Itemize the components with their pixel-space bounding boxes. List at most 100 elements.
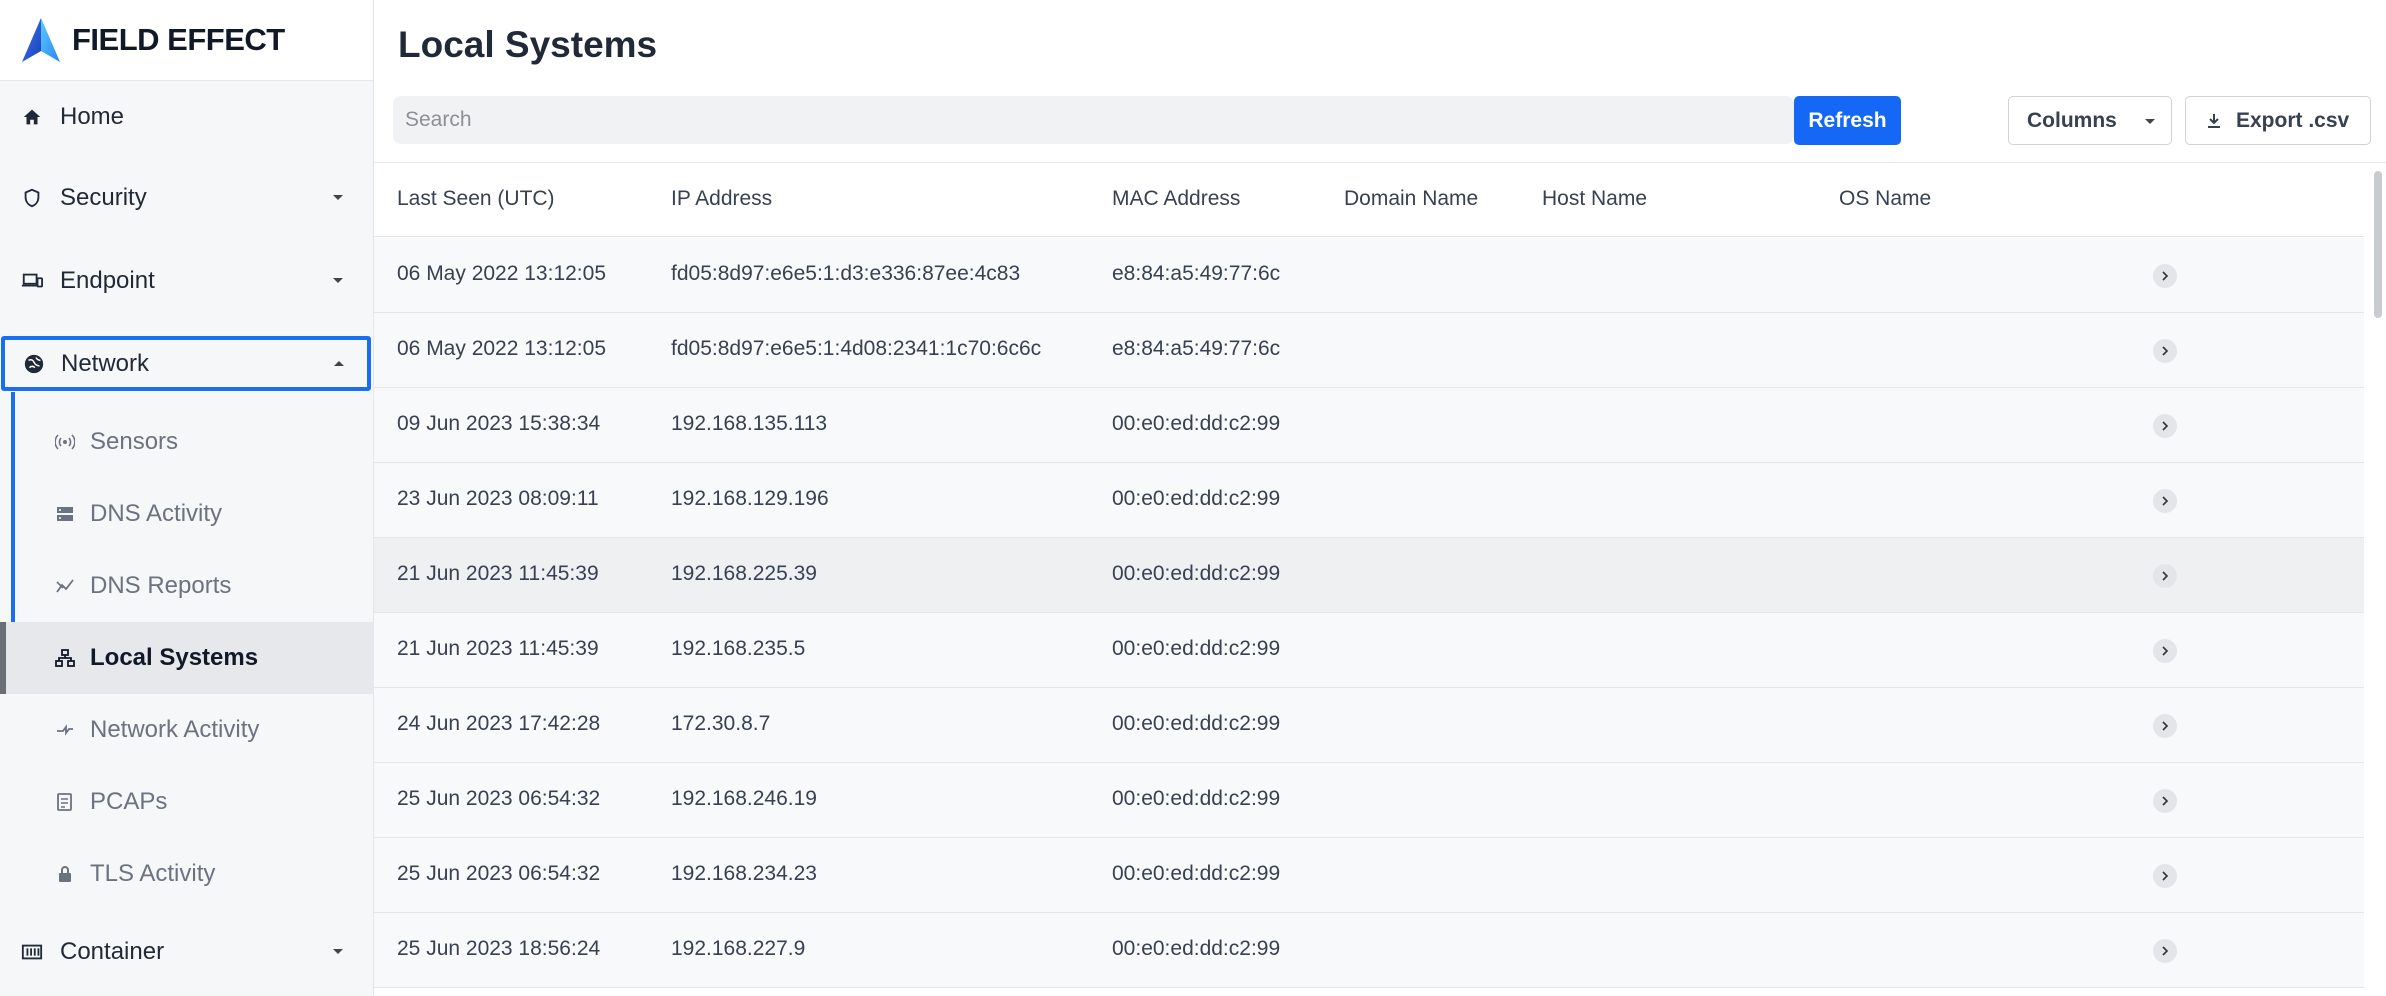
columns-button[interactable]: Columns: [2008, 96, 2172, 145]
chevron-right-icon[interactable]: [2153, 264, 2177, 288]
cell-last-seen: 09 Jun 2023 15:38:34: [397, 412, 601, 435]
chevron-down-icon: [2145, 119, 2155, 124]
network-activity-icon: [54, 719, 76, 741]
table-row[interactable]: 25 Jun 2023 18:56:24 192.168.227.9 00:e0:e…: [374, 913, 2364, 988]
app-window: FIELD EFFECT Home Security Endpoint Netw…: [0, 0, 2386, 996]
cell-mac: 00:e0:ed:dd:c2:99: [1112, 862, 1281, 885]
column-header-host-name[interactable]: Host Name: [1542, 187, 1647, 211]
cell-ip: 192.168.235.5: [671, 637, 806, 660]
devices-icon: [20, 269, 44, 293]
cell-mac: e8:84:a5:49:77:6c: [1112, 262, 1281, 285]
cell-last-seen: 23 Jun 2023 08:09:11: [397, 487, 599, 510]
chevron-right-icon[interactable]: [2153, 489, 2177, 513]
container-icon: [20, 940, 44, 964]
cell-last-seen: 24 Jun 2023 17:42:28: [397, 712, 601, 735]
export-button-label: Export .csv: [2236, 108, 2350, 132]
cell-ip: fd05:8d97:e6e5:1:4d08:2341:1c70:6c6c: [671, 337, 1042, 360]
cell-ip: fd05:8d97:e6e5:1:d3:e336:87ee:4c83: [671, 262, 1021, 285]
sidebar-item-network[interactable]: Network: [1, 336, 371, 391]
table-row[interactable]: 25 Jun 2023 06:54:32 192.168.246.19 00:e0:…: [374, 763, 2364, 838]
cell-last-seen: 25 Jun 2023 06:54:32: [397, 787, 601, 810]
table-row[interactable]: 23 Jun 2023 08:09:11 192.168.129.196 00:e0…: [374, 463, 2364, 538]
table-row[interactable]: 21 Jun 2023 11:45:39 192.168.225.39 00:e0:…: [374, 538, 2364, 613]
cell-ip: 192.168.135.113: [671, 412, 828, 435]
pcap-icon: [54, 791, 76, 813]
sidebar-item-container[interactable]: Container: [0, 924, 374, 979]
sidebar-item-dns-reports[interactable]: DNS Reports: [0, 550, 374, 622]
cell-mac: 00:e0:ed:dd:c2:99: [1112, 487, 1281, 510]
sidebar-item-label: DNS Activity: [90, 500, 223, 527]
table-row[interactable]: 25 Jun 2023 06:54:32 192.168.234.23 00:e0:…: [374, 838, 2364, 913]
chevron-right-icon[interactable]: [2153, 414, 2177, 438]
column-header-last-seen[interactable]: Last Seen (UTC): [397, 187, 555, 211]
cell-mac: 00:e0:ed:dd:c2:99: [1112, 937, 1281, 960]
lock-icon: [54, 863, 76, 885]
chevron-down-icon: [333, 949, 343, 954]
cell-mac: 00:e0:ed:dd:c2:99: [1112, 412, 1281, 435]
sidebar-item-label: Network: [61, 349, 150, 377]
sidebar-item-label: Container: [60, 937, 165, 965]
cell-last-seen: 21 Jun 2023 11:45:39: [397, 637, 599, 660]
columns-button-label: Columns: [2027, 108, 2117, 132]
table-header: Last Seen (UTC) IP Address MAC Address D…: [374, 163, 2364, 237]
table-row[interactable]: 21 Jun 2023 11:45:39 192.168.235.5 00:e0:e…: [374, 613, 2364, 688]
sidebar-item-sensors[interactable]: Sensors: [0, 406, 374, 478]
refresh-button[interactable]: Refresh: [1794, 96, 1901, 145]
sidebar-item-label: DNS Reports: [90, 572, 232, 599]
cell-mac: 00:e0:ed:dd:c2:99: [1112, 787, 1281, 810]
dns-icon: [54, 503, 76, 525]
sidebar-item-pcaps[interactable]: PCAPs: [0, 766, 374, 838]
search-input[interactable]: [393, 96, 1794, 144]
sidebar: FIELD EFFECT Home Security Endpoint Netw…: [0, 0, 374, 996]
cell-ip: 192.168.234.23: [671, 862, 817, 885]
main-content: Local Systems Refresh Columns Export .cs…: [374, 0, 2386, 996]
sidebar-item-label: Network Activity: [90, 716, 260, 743]
chevron-up-icon: [334, 361, 344, 366]
sidebar-item-label: PCAPs: [90, 788, 168, 815]
sidebar-item-local-systems[interactable]: Local Systems: [0, 622, 374, 694]
sidebar-item-dns-activity[interactable]: DNS Activity: [0, 478, 374, 550]
sidebar-item-label: Home: [60, 103, 125, 130]
cell-ip: 192.168.227.9: [671, 937, 806, 960]
scrollbar[interactable]: [2370, 163, 2386, 996]
cell-ip: 192.168.225.39: [671, 562, 817, 585]
column-header-os-name[interactable]: OS Name: [1839, 187, 1931, 211]
column-header-mac-address[interactable]: MAC Address: [1112, 187, 1240, 211]
table-row[interactable]: 06 May 2022 13:12:05 fd05:8d97:e6e5:1:4d0…: [374, 313, 2364, 388]
cell-last-seen: 25 Jun 2023 06:54:32: [397, 862, 601, 885]
cell-last-seen: 06 May 2022 13:12:05: [397, 337, 606, 360]
home-icon: [20, 105, 44, 129]
sidebar-item-security[interactable]: Security: [0, 170, 374, 225]
chevron-right-icon[interactable]: [2153, 639, 2177, 663]
column-header-ip-address[interactable]: IP Address: [671, 187, 772, 211]
table-row[interactable]: 09 Jun 2023 15:38:34 192.168.135.113 00:e0…: [374, 388, 2364, 463]
sidebar-item-label: Local Systems: [90, 644, 259, 671]
chevron-right-icon[interactable]: [2153, 564, 2177, 588]
export-csv-button[interactable]: Export .csv: [2185, 96, 2371, 145]
chevron-right-icon[interactable]: [2153, 939, 2177, 963]
chevron-right-icon[interactable]: [2153, 864, 2177, 888]
cell-ip: 172.30.8.7: [671, 712, 771, 735]
cell-ip: 192.168.129.196: [671, 487, 829, 510]
cell-last-seen: 25 Jun 2023 18:56:24: [397, 937, 601, 960]
local-systems-icon: [54, 647, 76, 669]
sidebar-item-label: Sensors: [90, 428, 179, 455]
table-row[interactable]: 06 May 2022 13:12:05 fd05:8d97:e6e5:1:d3:…: [374, 238, 2364, 313]
brand[interactable]: FIELD EFFECT: [0, 0, 373, 81]
sidebar-item-network-activity[interactable]: Network Activity: [0, 694, 374, 766]
sidebar-item-home[interactable]: Home: [0, 92, 374, 142]
chevron-right-icon[interactable]: [2153, 789, 2177, 813]
chevron-right-icon[interactable]: [2153, 339, 2177, 363]
sidebar-item-endpoint[interactable]: Endpoint: [0, 253, 374, 308]
table-row[interactable]: 24 Jun 2023 17:42:28 172.30.8.7 00:e0:ed:d…: [374, 688, 2364, 763]
column-header-domain-name[interactable]: Domain Name: [1344, 187, 1478, 211]
download-icon: [2208, 113, 2220, 128]
field-effect-logo-icon: [22, 18, 60, 62]
brand-name: FIELD EFFECT: [72, 22, 285, 57]
scrollbar-thumb[interactable]: [2374, 171, 2382, 318]
shield-icon: [20, 186, 44, 210]
chevron-right-icon[interactable]: [2153, 714, 2177, 738]
chevron-down-icon: [333, 278, 343, 283]
sidebar-item-tls-activity[interactable]: TLS Activity: [0, 838, 374, 910]
sensor-icon: [54, 431, 76, 453]
